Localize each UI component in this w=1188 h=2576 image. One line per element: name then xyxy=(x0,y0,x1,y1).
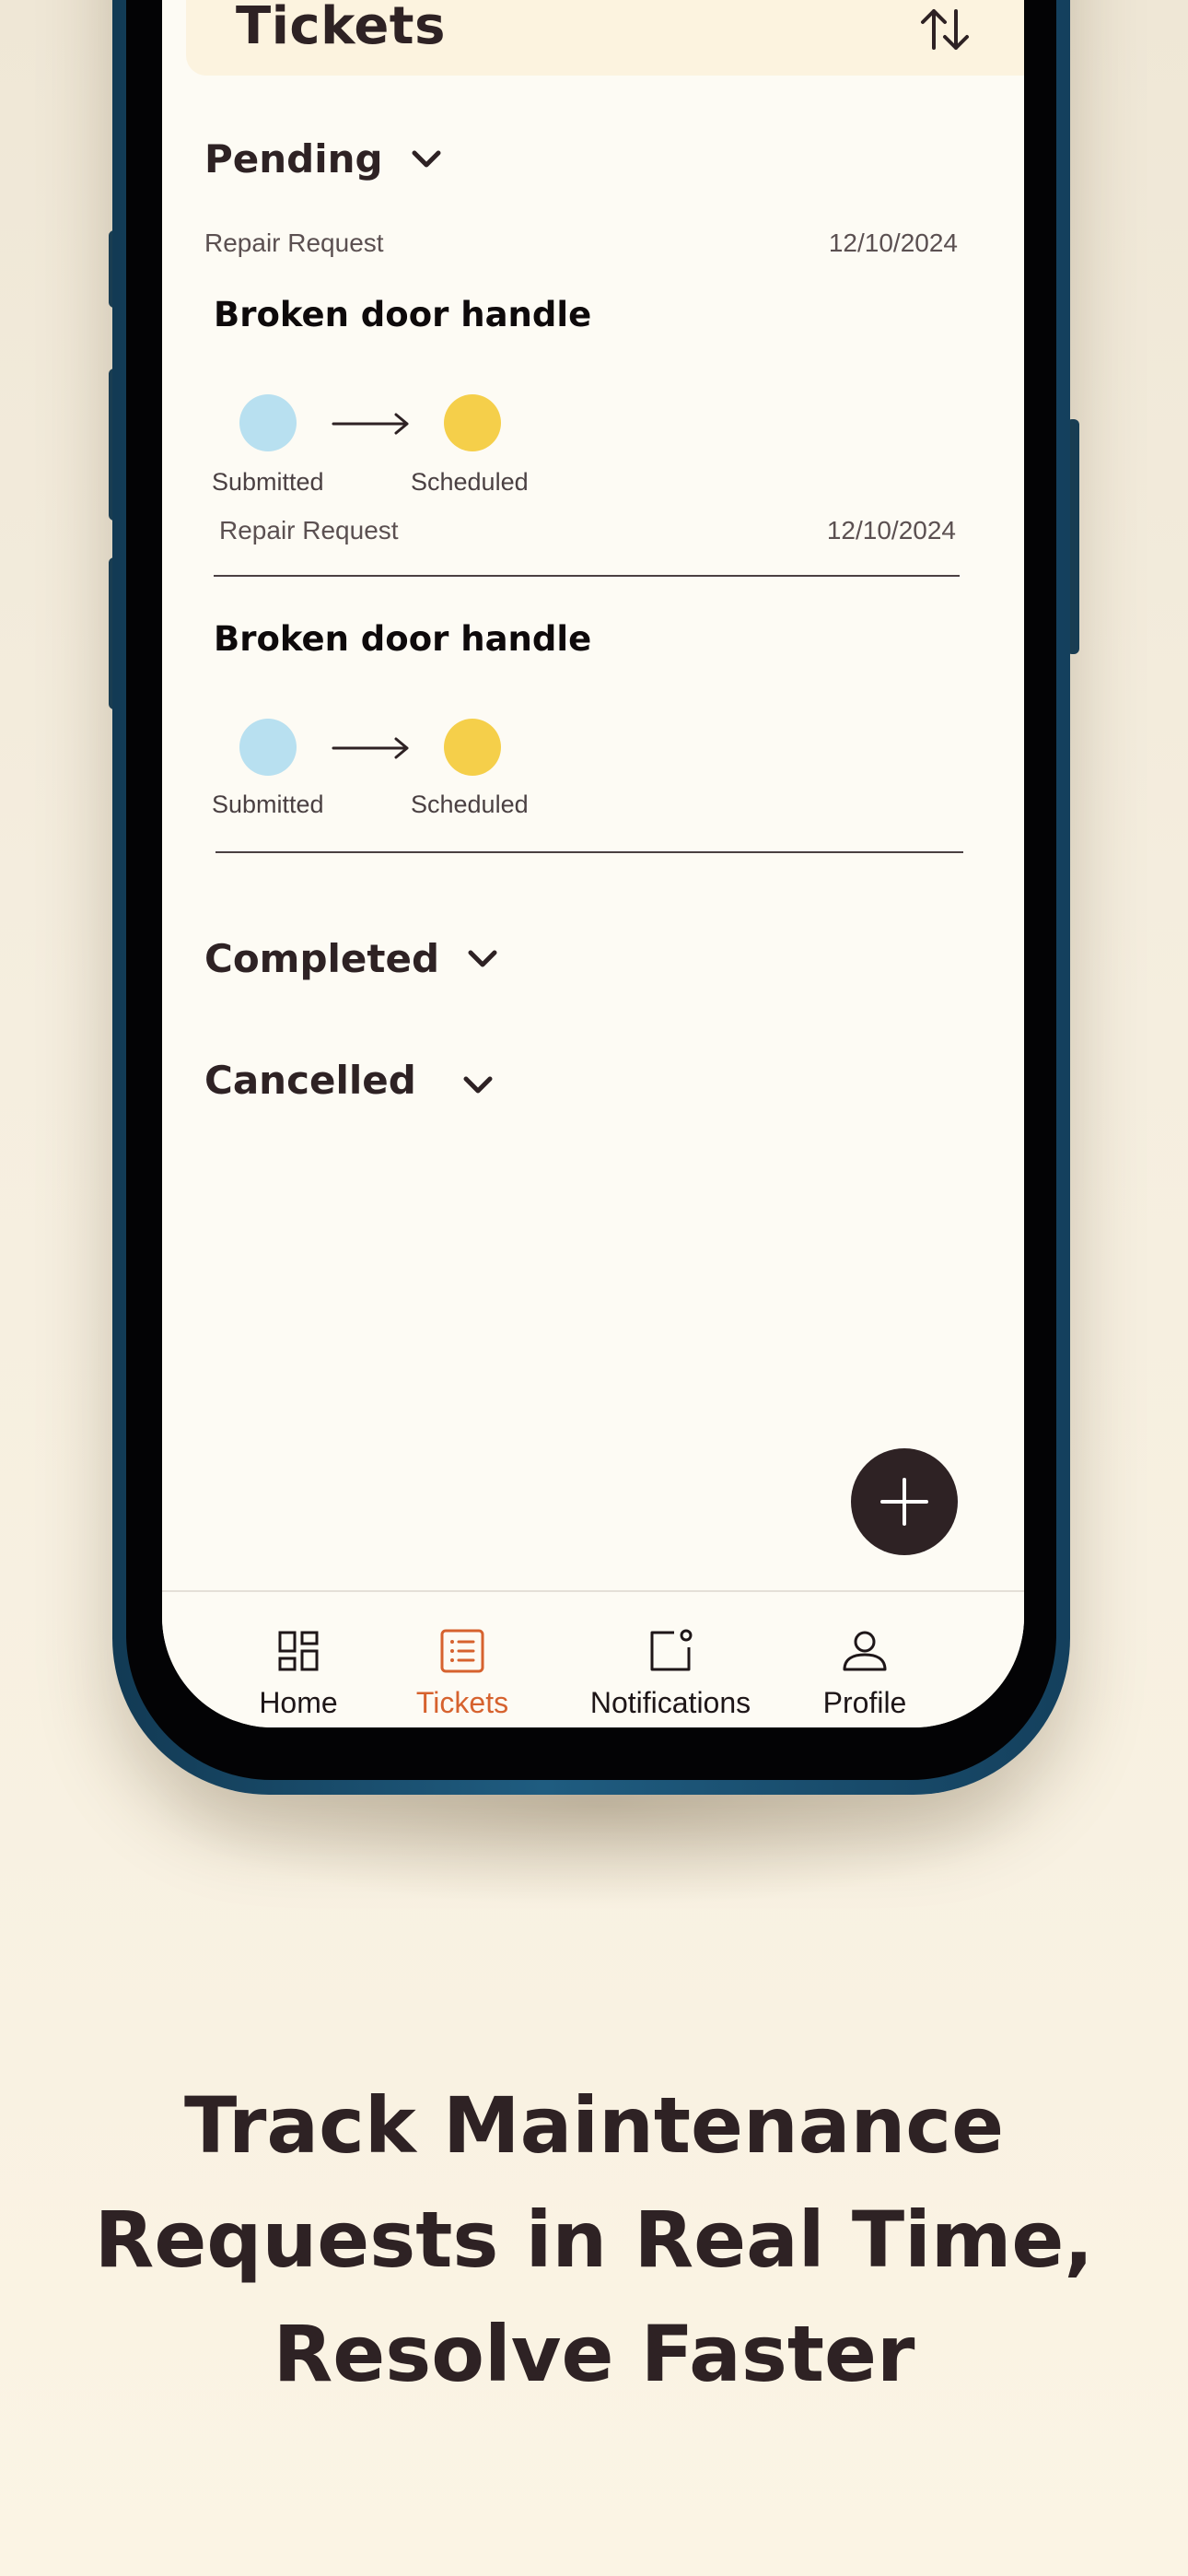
status-submitted-label: Submitted xyxy=(212,790,324,818)
status-submitted-label: Submitted xyxy=(212,468,324,496)
ticket-category: Repair Request xyxy=(219,516,399,544)
nav-tickets[interactable]: Tickets xyxy=(379,1592,545,1720)
nav-home-label: Home xyxy=(259,1686,338,1719)
status-scheduled-dot xyxy=(444,719,501,776)
section-cancelled-title: Cancelled xyxy=(204,1058,416,1103)
chevron-down-icon xyxy=(463,1076,493,1093)
tagline-line-2: Requests in Real Time, xyxy=(94,2195,1094,2285)
chevron-down-icon xyxy=(468,950,497,966)
chevron-down-icon xyxy=(412,150,441,167)
bottom-nav: Home Tickets Notifications Profile xyxy=(162,1590,1024,1727)
nav-notifications[interactable]: Notifications xyxy=(560,1592,781,1720)
arrow-right-icon xyxy=(332,737,409,759)
status-submitted-dot xyxy=(239,719,297,776)
section-completed-title: Completed xyxy=(204,936,440,981)
tickets-header: Tickets xyxy=(186,0,1024,76)
page-title: Tickets xyxy=(236,0,446,56)
nav-tickets-label: Tickets xyxy=(415,1686,509,1719)
ticket-title: Broken door handle xyxy=(214,295,592,334)
tagline-line-3: Resolve Faster xyxy=(273,2309,915,2399)
status-scheduled-dot xyxy=(444,394,501,451)
profile-icon xyxy=(843,1631,887,1671)
nav-profile-label: Profile xyxy=(822,1686,907,1719)
arrow-right-icon xyxy=(332,413,409,435)
ticket-date: 12/10/2024 xyxy=(826,516,956,544)
divider xyxy=(214,575,960,577)
ticket-meta: Repair Request 12/10/2024 xyxy=(219,516,956,545)
home-grid-icon xyxy=(278,1631,319,1671)
ticket-date: 12/10/2024 xyxy=(828,228,958,257)
notifications-icon xyxy=(650,1629,693,1671)
section-completed-toggle[interactable]: Completed xyxy=(204,936,498,981)
nav-home[interactable]: Home xyxy=(225,1592,372,1720)
section-cancelled-toggle[interactable]: Cancelled xyxy=(204,1058,494,1103)
status-scheduled-label: Scheduled xyxy=(411,468,529,496)
status-submitted-dot xyxy=(239,394,297,451)
section-pending-toggle[interactable]: Pending xyxy=(204,136,442,181)
ticket-meta: Repair Request 12/10/2024 xyxy=(204,228,958,258)
tagline-line-1: Track Maintenance xyxy=(183,2080,1005,2171)
ticket-category: Repair Request xyxy=(204,228,384,257)
tickets-list-icon xyxy=(440,1629,484,1673)
section-pending-title: Pending xyxy=(204,136,383,181)
ticket-title: Broken door handle xyxy=(214,619,592,659)
nav-notifications-label: Notifications xyxy=(589,1686,751,1719)
plus-icon xyxy=(880,1478,928,1526)
marketing-tagline: Track Maintenance Requests in Real Time,… xyxy=(0,2068,1188,2411)
app-screen: Tickets Pending Repair Request 12/10/202… xyxy=(162,0,1024,1727)
divider xyxy=(215,851,963,853)
nav-profile[interactable]: Profile xyxy=(777,1592,952,1720)
status-scheduled-label: Scheduled xyxy=(411,790,529,818)
sort-icon[interactable] xyxy=(915,0,974,59)
add-ticket-button[interactable] xyxy=(851,1448,958,1555)
